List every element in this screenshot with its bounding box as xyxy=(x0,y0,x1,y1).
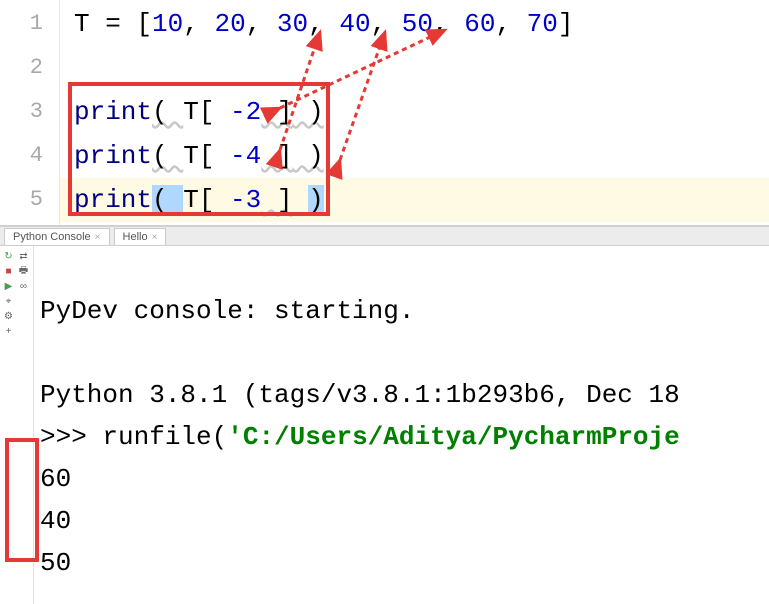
function-print: print xyxy=(74,185,152,215)
list-number: 40 xyxy=(339,9,370,39)
code-line-2[interactable] xyxy=(74,46,769,90)
console-tabs: Python Console × Hello × xyxy=(0,226,769,246)
close-icon[interactable]: × xyxy=(95,232,101,243)
code-line-4[interactable]: print( T[ -4 ] ) xyxy=(74,134,769,178)
print-icon[interactable]: 🖶 xyxy=(17,265,30,278)
gear-icon[interactable]: ⚙ xyxy=(2,310,15,323)
console-prompt: >>> xyxy=(40,422,102,452)
console-line-version: Python 3.8.1 (tags/v3.8.1:1b293b6, Dec 1… xyxy=(40,380,680,410)
line-number: 5 xyxy=(0,178,43,222)
paren-open: ( xyxy=(152,141,183,171)
plus-icon[interactable]: + xyxy=(2,325,15,338)
list-number: 10 xyxy=(152,9,183,39)
line-number-gutter: 1 2 3 4 5 xyxy=(0,0,60,225)
tab-hello[interactable]: Hello × xyxy=(114,228,167,245)
list-number: 50 xyxy=(402,9,433,39)
play-icon[interactable]: ▶ xyxy=(2,280,15,293)
index-open: T[ xyxy=(183,97,230,127)
line-number: 4 xyxy=(0,134,43,178)
equals-bracket: = [ xyxy=(90,9,152,39)
close-icon[interactable]: × xyxy=(152,232,158,243)
function-print: print xyxy=(74,141,152,171)
function-print: print xyxy=(74,97,152,127)
index-close: ] xyxy=(261,185,292,215)
console-panel: ↻ ⇄ ■ 🖶 ▶ ∞ ⌖ ⚙ + PyDev console: startin… xyxy=(0,246,769,604)
console-output[interactable]: PyDev console: starting. Python 3.8.1 (t… xyxy=(34,246,769,604)
console-runfile: runfile( xyxy=(102,422,227,452)
code-editor[interactable]: 1 2 3 4 5 T = [10, 20, 30, 40, 50, 60, 7… xyxy=(0,0,769,225)
bug-icon[interactable]: ⌖ xyxy=(2,295,15,308)
paren-close: ) xyxy=(292,97,323,127)
code-line-5-active[interactable]: print( T[ -3 ] ) xyxy=(60,178,769,222)
tab-label: Hello xyxy=(123,231,148,243)
index-value: -2 xyxy=(230,97,261,127)
paren-open: ( xyxy=(152,97,183,127)
index-open: T[ xyxy=(183,141,230,171)
console-output-value: 40 xyxy=(40,506,71,536)
console-line-start: PyDev console: starting. xyxy=(40,296,414,326)
console-output-value: 50 xyxy=(40,548,71,578)
close-bracket: ] xyxy=(558,9,574,39)
paren-open-matched: ( xyxy=(152,185,183,215)
console-output-value: 60 xyxy=(40,464,71,494)
code-line-3[interactable]: print( T[ -2 ] ) xyxy=(74,90,769,134)
index-close: ] xyxy=(261,141,292,171)
code-content[interactable]: T = [10, 20, 30, 40, 50, 60, 70] print( … xyxy=(60,0,769,225)
list-number: 70 xyxy=(527,9,558,39)
code-line-1[interactable]: T = [10, 20, 30, 40, 50, 60, 70] xyxy=(74,2,769,46)
list-number: 60 xyxy=(464,9,495,39)
line-number: 1 xyxy=(0,2,43,46)
list-number: 30 xyxy=(277,9,308,39)
index-value: -4 xyxy=(230,141,261,171)
list-number: 20 xyxy=(214,9,245,39)
index-open: T[ xyxy=(183,185,230,215)
console-toolbar: ↻ ⇄ ■ 🖶 ▶ ∞ ⌖ ⚙ + xyxy=(0,246,34,604)
tab-python-console[interactable]: Python Console × xyxy=(4,228,110,245)
index-close: ] xyxy=(261,97,292,127)
toggle-icon[interactable]: ⇄ xyxy=(17,250,30,263)
paren-close: ) xyxy=(292,141,323,171)
line-number: 3 xyxy=(0,90,43,134)
tab-label: Python Console xyxy=(13,231,91,243)
console-path-string: 'C:/Users/Aditya/PycharmProje xyxy=(227,422,679,452)
variable-name: T xyxy=(74,9,90,39)
stop-icon[interactable]: ■ xyxy=(2,265,15,278)
line-number: 2 xyxy=(0,46,43,90)
index-value: -3 xyxy=(230,185,261,215)
link-icon[interactable]: ∞ xyxy=(17,280,30,293)
rerun-icon[interactable]: ↻ xyxy=(2,250,15,263)
